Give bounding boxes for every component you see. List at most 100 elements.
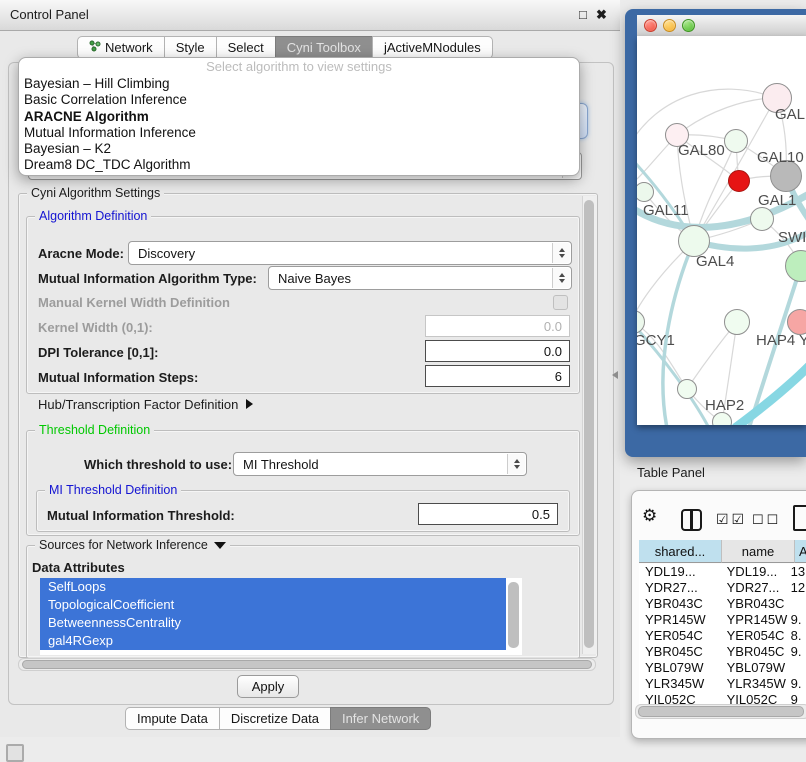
data-attributes-label: Data Attributes (32, 560, 125, 575)
network-node-swi4[interactable] (750, 207, 774, 231)
node-label-gal11: GAL11 (643, 202, 689, 219)
kernel-width-field: 0.0 (425, 315, 570, 337)
gear-icon[interactable]: ⚙ (642, 506, 657, 526)
document-icon[interactable] (793, 505, 806, 531)
tab-style[interactable]: Style (164, 36, 217, 59)
tab-discretize-data[interactable]: Discretize Data (219, 707, 331, 730)
network-node-gal1-selected[interactable] (728, 170, 750, 192)
table-panel-title: Table Panel (637, 465, 705, 480)
hub-definition-expander[interactable]: Hub/Transcription Factor Definition (38, 397, 253, 412)
deselect-all-checkboxes-icon[interactable]: ☐☐ (752, 512, 781, 528)
algorithm-dropdown-popup: Select algorithm to view settings Bayesi… (18, 57, 580, 176)
tab-impute-data[interactable]: Impute Data (125, 707, 220, 730)
tab-network[interactable]: Network (77, 36, 165, 59)
close-window-icon[interactable]: ✖ (596, 7, 607, 23)
node-label-hap4: HAP4 (756, 332, 795, 349)
control-panel: Control Panel □ ✖ Network Style Select C… (0, 0, 620, 737)
which-threshold-select[interactable]: MI Threshold (233, 452, 527, 476)
aracne-mode-select[interactable]: Discovery (128, 241, 572, 265)
column-header-partial[interactable]: A (795, 540, 806, 563)
combo-stepper-icon (552, 268, 570, 288)
dpi-tolerance-field[interactable]: 0.0 (425, 340, 570, 362)
minimized-panel-icon[interactable] (6, 744, 24, 762)
algorithm-option-aracne[interactable]: ARACNE Algorithm (19, 109, 579, 125)
dpi-tolerance-label: DPI Tolerance [0,1]: (38, 345, 158, 360)
algorithm-option[interactable]: Bayesian – K2 (19, 141, 579, 157)
node-label-gcy1: GCY1 (637, 332, 675, 349)
attribute-item[interactable]: TopologicalCoefficient (40, 596, 506, 614)
attributes-scrollbar[interactable] (508, 582, 519, 648)
attribute-item[interactable]: BetweennessCentrality (40, 614, 506, 632)
control-panel-titlebar (0, 0, 620, 31)
tab-jactivemnodules[interactable]: jActiveMNodules (372, 36, 493, 59)
algorithm-option[interactable]: Mutual Information Inference (19, 125, 579, 141)
table-row[interactable]: YLR345WYLR345W9. (639, 676, 806, 692)
tab-network-label: Network (105, 37, 153, 58)
table-row[interactable]: YER054CYER054C8. (639, 628, 806, 644)
manual-kernel-checkbox[interactable] (553, 295, 568, 310)
settings-hscrollbar[interactable] (22, 660, 592, 669)
column-header-name[interactable]: name (722, 540, 795, 563)
threshold-definition-title: Threshold Definition (35, 423, 154, 437)
mi-steps-label: Mutual Information Steps: (38, 370, 198, 385)
mi-type-select[interactable]: Naive Bayes (268, 266, 572, 290)
mi-threshold-title: MI Threshold Definition (45, 483, 181, 497)
tab-select[interactable]: Select (216, 36, 276, 59)
bottom-tabs: Impute Data Discretize Data Infer Networ… (125, 707, 431, 730)
tab-cyni-toolbox[interactable]: Cyni Toolbox (275, 36, 373, 59)
algorithm-option[interactable]: Bayesian – Hill Climbing (19, 76, 579, 92)
table-row[interactable]: YBL079WYBL079W (639, 660, 806, 676)
combo-stepper-icon (507, 454, 525, 474)
table-hscrollbar[interactable] (638, 706, 804, 717)
split-columns-icon[interactable] (681, 509, 702, 531)
table-row[interactable]: YDL19...YDL19...13 (639, 564, 806, 580)
apply-button[interactable]: Apply (237, 675, 299, 698)
panel-splitter-arrow-icon[interactable] (612, 371, 618, 379)
attribute-item[interactable]: gal4RGexp (40, 632, 506, 650)
aracne-mode-label: Aracne Mode: (38, 246, 124, 261)
mi-type-label: Mutual Information Algorithm Type: (38, 271, 257, 286)
node-label: GAL (775, 106, 805, 123)
algorithm-option[interactable]: Basic Correlation Inference (19, 92, 579, 108)
node-label: Y (799, 332, 806, 349)
expander-right-icon (246, 399, 253, 409)
table-row[interactable]: YPR145WYPR145W9. (639, 612, 806, 628)
network-window-titlebar[interactable] (637, 15, 806, 37)
node-label-gal1: GAL1 (758, 192, 796, 209)
node-label-gal4: GAL4 (696, 253, 734, 270)
algorithm-definition-title: Algorithm Definition (35, 209, 151, 223)
table-row[interactable]: YBR045CYBR045C9. (639, 644, 806, 660)
node-label-gal80: GAL80 (678, 142, 725, 159)
tab-infer-network[interactable]: Infer Network (330, 707, 431, 730)
network-canvas[interactable]: GAL GAL80 GAL10 GAL1 GAL11 SWI4 GAL4 GCY… (637, 36, 806, 425)
manual-kernel-label: Manual Kernel Width Definition (38, 295, 230, 310)
network-node-gal10[interactable] (724, 129, 748, 153)
close-traffic-light-icon[interactable] (644, 19, 657, 32)
mi-steps-field[interactable]: 6 (425, 365, 570, 387)
network-node-hap2[interactable] (677, 379, 697, 399)
expander-down-icon (214, 542, 226, 549)
sources-group-title[interactable]: Sources for Network Inference (35, 538, 230, 552)
node-label-swi4: SWI4 (778, 229, 806, 246)
which-threshold-label: Which threshold to use: (84, 457, 232, 472)
mi-threshold-field[interactable]: 0.5 (418, 503, 558, 525)
column-header-shared-name[interactable]: shared... (639, 540, 722, 563)
algorithm-placeholder: Select algorithm to view settings (19, 58, 579, 76)
control-panel-title: Control Panel (10, 7, 89, 22)
node-label-hap2: HAP2 (705, 397, 744, 414)
network-node-hap4[interactable] (724, 309, 750, 335)
algorithm-option[interactable]: Dream8 DC_TDC Algorithm (19, 157, 579, 173)
data-attributes-list: SelfLoops TopologicalCoefficient Between… (40, 578, 522, 655)
float-window-icon[interactable]: □ (579, 7, 587, 22)
node-table: YDL19...YDL19...13 YDR27...YDR27...12 YB… (639, 564, 806, 705)
table-row[interactable]: YBR043CYBR043C (639, 596, 806, 612)
select-all-checkboxes-icon[interactable]: ☑☑ (716, 511, 747, 528)
settings-scrollbar[interactable] (584, 200, 594, 648)
table-row[interactable]: YDR27...YDR27...12 (639, 580, 806, 596)
control-panel-tabs: Network Style Select Cyni Toolbox jActiv… (77, 36, 493, 59)
attribute-item[interactable]: SelfLoops (40, 578, 506, 596)
mi-threshold-label: Mutual Information Threshold: (47, 508, 235, 523)
settings-group-title: Cyni Algorithm Settings (27, 186, 164, 200)
minimize-traffic-light-icon[interactable] (663, 19, 676, 32)
zoom-traffic-light-icon[interactable] (682, 19, 695, 32)
